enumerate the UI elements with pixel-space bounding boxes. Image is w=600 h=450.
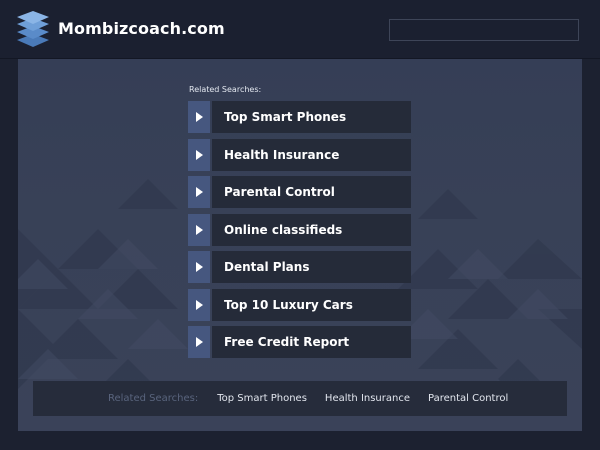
link-label[interactable]: Health Insurance [212, 138, 411, 171]
play-arrow-icon[interactable] [188, 251, 210, 283]
related-link-free-credit-report[interactable]: Free Credit Report [188, 326, 411, 358]
bottom-link-health-insurance[interactable]: Health Insurance [325, 393, 410, 404]
related-searches-label: Related Searches: [189, 85, 262, 94]
play-arrow-icon[interactable] [188, 213, 210, 246]
play-arrow-icon[interactable] [188, 176, 210, 208]
related-link-dental-plans[interactable]: Dental Plans [188, 251, 411, 283]
bottom-link-top-smart-phones[interactable]: Top Smart Phones [217, 393, 307, 404]
search-input[interactable] [389, 19, 579, 41]
stacked-layers-icon[interactable] [16, 10, 50, 48]
play-arrow-icon[interactable] [188, 101, 210, 133]
related-link-online-classifieds[interactable]: Online classifieds [188, 213, 411, 246]
top-header: Mombizcoach.com [0, 0, 600, 59]
bottom-related-label: Related Searches: [108, 393, 199, 404]
main-panel: Related Searches: Top Smart Phones Healt… [18, 59, 582, 431]
bottom-related-bar: Related Searches: Top Smart Phones Healt… [33, 381, 567, 416]
bottom-link-parental-control[interactable]: Parental Control [428, 393, 508, 404]
related-link-health-insurance[interactable]: Health Insurance [188, 138, 411, 171]
link-label[interactable]: Dental Plans [212, 251, 411, 283]
related-link-parental-control[interactable]: Parental Control [188, 176, 411, 208]
link-label[interactable]: Top Smart Phones [212, 101, 411, 133]
link-label[interactable]: Free Credit Report [212, 326, 411, 358]
link-label[interactable]: Parental Control [212, 176, 411, 208]
play-arrow-icon[interactable] [188, 326, 210, 358]
link-label[interactable]: Top 10 Luxury Cars [212, 288, 411, 321]
play-arrow-icon[interactable] [188, 288, 210, 321]
related-link-top-smart-phones[interactable]: Top Smart Phones [188, 101, 411, 133]
site-name[interactable]: Mombizcoach.com [58, 19, 225, 38]
link-label[interactable]: Online classifieds [212, 213, 411, 246]
related-link-top-10-luxury-cars[interactable]: Top 10 Luxury Cars [188, 288, 411, 321]
play-arrow-icon[interactable] [188, 138, 210, 171]
related-links-list: Top Smart Phones Health Insurance Parent… [188, 101, 411, 364]
